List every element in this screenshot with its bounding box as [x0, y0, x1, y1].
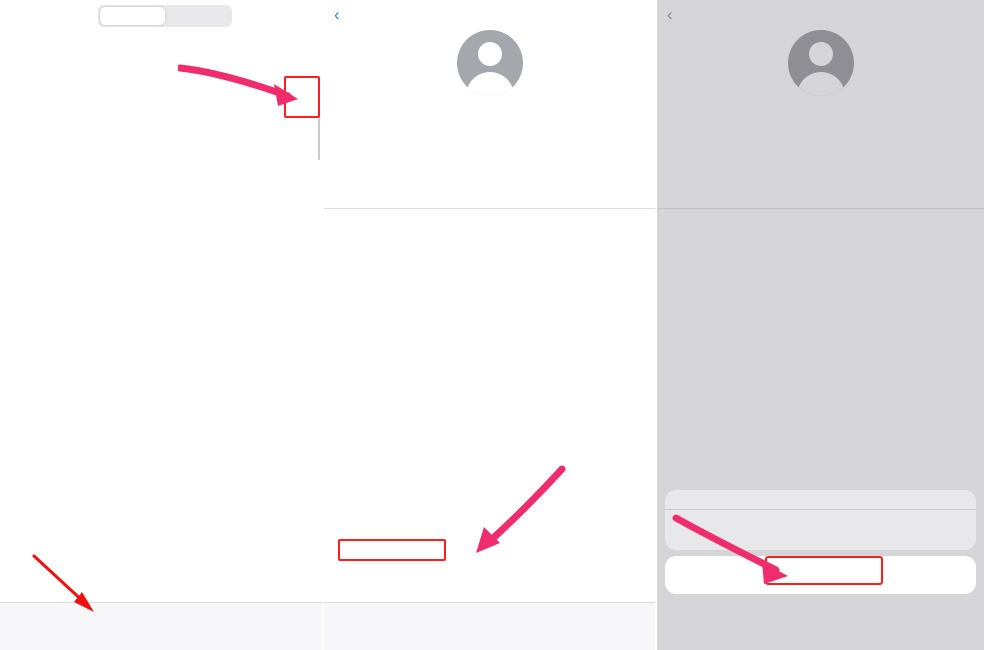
call-filter-segmented-control[interactable]	[98, 5, 232, 27]
section-divider	[657, 208, 984, 209]
tab-bar[interactable]	[0, 602, 322, 650]
action-sheet-message	[665, 490, 976, 509]
call-history-block	[657, 218, 984, 272]
screenshot-stage: ‹ ‹	[0, 0, 984, 650]
call-history-block	[324, 218, 655, 272]
history-entry	[671, 243, 674, 255]
block-contact-action-sheet	[665, 490, 976, 594]
history-entry	[338, 243, 341, 255]
avatar	[787, 30, 854, 96]
recents-list-panel	[0, 0, 322, 650]
chevron-left-icon: ‹	[334, 5, 340, 24]
avatar-head-shape	[477, 42, 502, 66]
segment-all[interactable]	[100, 7, 165, 25]
avatar-body-shape	[796, 72, 845, 96]
avatar	[456, 30, 523, 96]
segment-missed[interactable]	[165, 7, 230, 25]
chevron-left-icon: ‹	[667, 5, 673, 24]
back-to-recents-button[interactable]: ‹	[334, 6, 341, 23]
tab-bar[interactable]	[324, 602, 655, 650]
contact-detail-panel-dimmed: ‹	[657, 0, 984, 650]
avatar-body-shape	[465, 72, 514, 96]
back-to-recents-button[interactable]: ‹	[667, 6, 674, 23]
section-divider	[324, 208, 655, 209]
block-contact-button[interactable]	[665, 510, 976, 550]
action-sheet-card	[665, 490, 976, 550]
list-scrollbar-thumb[interactable]	[318, 86, 320, 160]
avatar-head-shape	[808, 42, 833, 66]
contact-detail-panel: ‹	[324, 0, 655, 650]
cancel-button[interactable]	[665, 556, 976, 594]
